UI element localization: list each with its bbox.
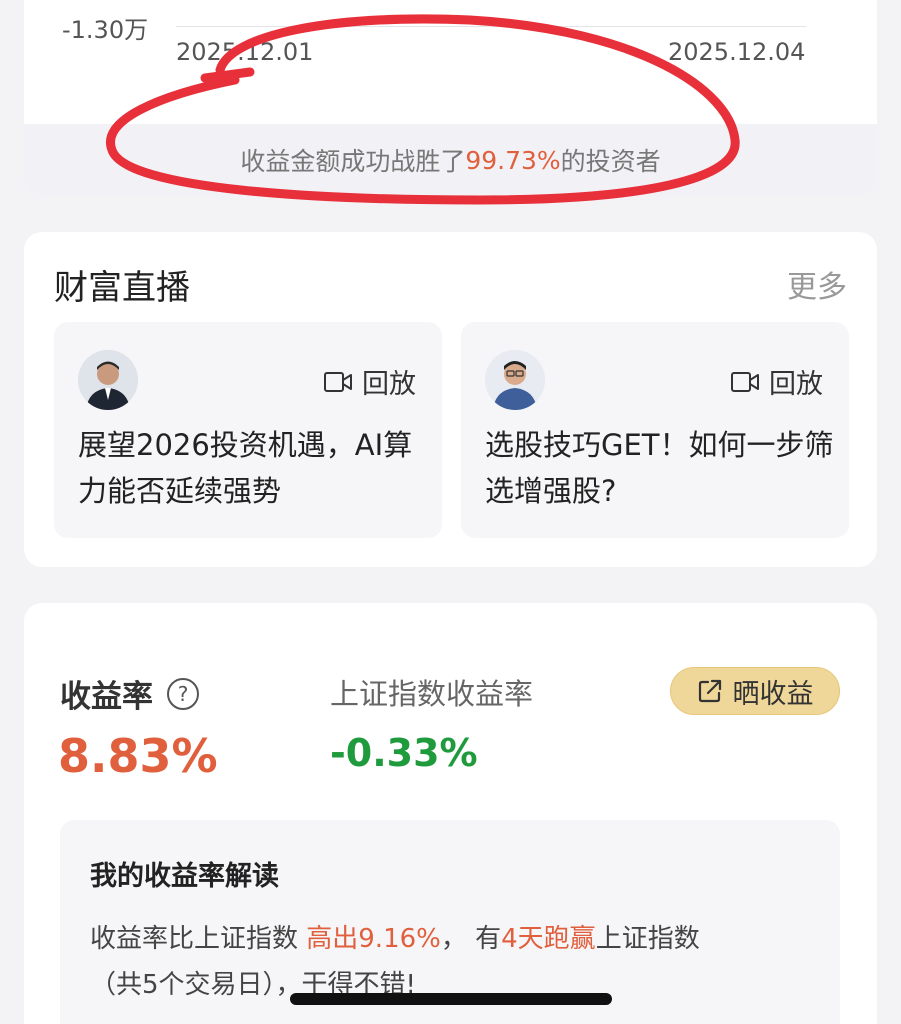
live-item-title: 选股技巧GET！如何一步筛选增强股? (485, 428, 834, 508)
beat-prefix: 收益金额成功战胜了 (240, 147, 466, 176)
interp-days-won: 4天跑赢 (501, 924, 596, 954)
wealth-live-card: 财富直播 更多 回放 展望2026投资机遇，AI算力能否延续强势 回放 选股技巧… (24, 232, 877, 567)
more-link[interactable]: 更多 (787, 262, 847, 306)
replay-label: 回放 (769, 369, 823, 400)
beat-investors-bar: 收益金额成功战胜了 99.73% 的投资者 (24, 124, 877, 196)
section-title: 财富直播 (54, 268, 190, 308)
return-rate-card: 收益率 ? 8.83% 上证指数收益率 -0.33% 晒收益 我的收益率解读 收… (24, 603, 877, 1024)
beat-percent: 99.73% (465, 145, 561, 175)
interp-part: ， 有 (440, 924, 502, 954)
replay-button[interactable]: 回放 (324, 362, 416, 401)
y-axis-label: -1.30万 (62, 16, 149, 44)
live-item-title: 展望2026投资机遇，AI算力能否延续强势 (78, 428, 413, 508)
replay-button[interactable]: 回放 (731, 362, 823, 401)
return-rate-heading: 收益率 ? (60, 671, 199, 716)
host-avatar (485, 350, 545, 410)
x-axis-end-label: 2025.12.04 (668, 38, 806, 66)
share-label: 晒收益 (732, 678, 814, 710)
interp-outperform: 高出9.16% (306, 924, 441, 954)
interpretation-title: 我的收益率解读 (90, 861, 279, 892)
interp-part: 上证指数 (595, 924, 700, 954)
home-indicator (290, 993, 612, 1005)
index-return-label: 上证指数收益率 (330, 677, 534, 711)
chart-card: -1.30万 2025.12.01 2025.12.04 收益金额成功战胜了 99… (24, 0, 877, 196)
video-camera-icon (731, 371, 759, 392)
replay-label: 回放 (362, 369, 416, 400)
beat-suffix: 的投资者 (560, 147, 661, 176)
help-icon[interactable]: ? (167, 677, 199, 710)
x-axis-start-label: 2025.12.01 (176, 38, 314, 66)
host-avatar (78, 350, 138, 410)
live-item[interactable]: 回放 选股技巧GET！如何一步筛选增强股? (461, 322, 849, 538)
axis-line (176, 26, 806, 27)
live-item[interactable]: 回放 展望2026投资机遇，AI算力能否延续强势 (54, 322, 442, 538)
return-rate-value: 8.83% (58, 729, 218, 783)
share-returns-button[interactable]: 晒收益 (670, 667, 840, 715)
interp-part: 收益率比上证指数 (90, 924, 307, 954)
share-icon (698, 679, 721, 703)
video-camera-icon (324, 371, 352, 392)
index-return-value: -0.33% (330, 731, 478, 775)
return-rate-label: 收益率 (60, 679, 153, 715)
